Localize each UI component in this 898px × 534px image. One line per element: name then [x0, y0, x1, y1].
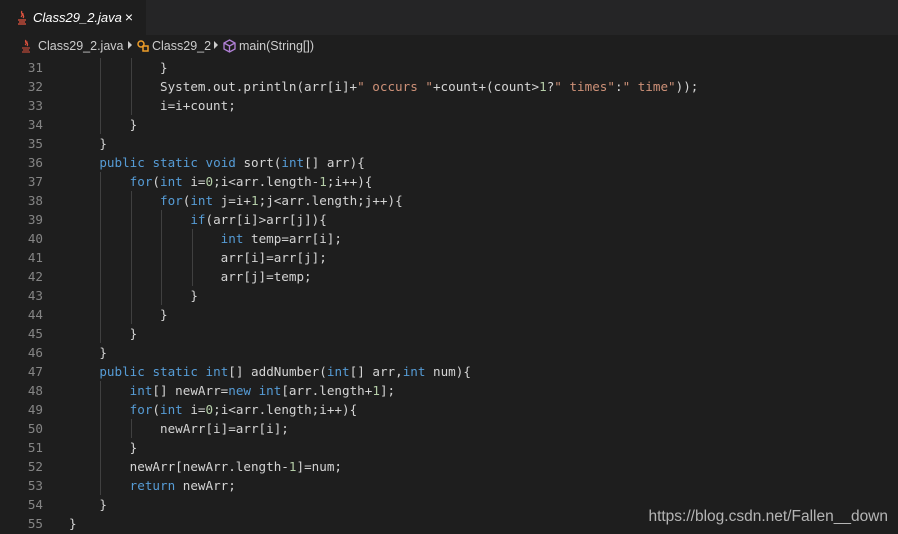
- code-text: }: [69, 497, 107, 512]
- chevron-right-icon: [214, 41, 218, 49]
- tab-bar: Class29_2.java ×: [0, 0, 898, 35]
- code-text: public static int[] addNumber(int[] arr,…: [99, 364, 471, 379]
- code-text: }: [69, 60, 168, 75]
- code-text: i=i+count;: [69, 98, 236, 113]
- code-line[interactable]: 44 }: [0, 305, 898, 324]
- code-text: }: [69, 117, 138, 132]
- code-line[interactable]: 32 System.out.println(arr[i]+" occurs "+…: [0, 77, 898, 96]
- breadcrumb-class[interactable]: Class29_2: [152, 39, 211, 53]
- code-text: arr[i]=arr[j];: [69, 250, 327, 265]
- code-line[interactable]: 40 int temp=arr[i];: [0, 229, 898, 248]
- line-number: 47: [27, 364, 43, 379]
- code-text: int[] newArr=new int[arr.length+1];: [129, 383, 396, 398]
- code-line[interactable]: 37 for(int i=0;i<arr.length-1;i++){: [0, 172, 898, 191]
- line-number: 51: [27, 440, 43, 455]
- line-number: 36: [27, 155, 43, 170]
- code-line[interactable]: 38 for(int j=i+1;j<arr.length;j++){: [0, 191, 898, 210]
- code-text: }: [69, 440, 138, 455]
- code-line[interactable]: 49 for(int i=0;i<arr.length;i++){: [0, 400, 898, 419]
- indent-guide: [130, 58, 132, 115]
- line-number: 53: [27, 478, 43, 493]
- line-number: 41: [27, 250, 43, 265]
- indent-guide: [99, 172, 101, 343]
- line-number: 31: [27, 60, 43, 75]
- code-text: }: [69, 345, 107, 360]
- line-number: 40: [27, 231, 43, 246]
- code-text: newArr[newArr.length-1]=num;: [69, 459, 342, 474]
- code-text: arr[j]=temp;: [69, 269, 312, 284]
- code-text: for(int i=0;i<arr.length-1;i++){: [129, 174, 373, 189]
- line-number: 43: [27, 288, 43, 303]
- watermark: https://blog.csdn.net/Fallen__down: [648, 508, 888, 525]
- code-text: for(int i=0;i<arr.length;i++){: [129, 402, 358, 417]
- code-line[interactable]: 33 i=i+count;: [0, 96, 898, 115]
- line-number: 52: [27, 459, 43, 474]
- line-number: 54: [27, 497, 43, 512]
- code-text: }: [69, 326, 138, 341]
- method-icon: [223, 39, 236, 53]
- line-number: 37: [27, 174, 43, 189]
- code-line[interactable]: 42 arr[j]=temp;: [0, 267, 898, 286]
- line-number: 50: [27, 421, 43, 436]
- code-text: }: [69, 136, 107, 151]
- line-number: 38: [27, 193, 43, 208]
- code-line[interactable]: 36 public static void sort(int[] arr){: [0, 153, 898, 172]
- line-number: 33: [27, 98, 43, 113]
- line-number: 48: [27, 383, 43, 398]
- breadcrumb-file[interactable]: Class29_2.java: [38, 39, 123, 53]
- indent-guide: [161, 210, 163, 305]
- code-text: }: [69, 516, 77, 531]
- code-line[interactable]: 48 int[] newArr=new int[arr.length+1];: [0, 381, 898, 400]
- code-text: return newArr;: [129, 478, 236, 493]
- code-line[interactable]: 39 if(arr[i]>arr[j]){: [0, 210, 898, 229]
- indent-guide: [192, 229, 194, 286]
- code-line[interactable]: 41 arr[i]=arr[j];: [0, 248, 898, 267]
- line-number: 39: [27, 212, 43, 227]
- code-text: if(arr[i]>arr[j]){: [190, 212, 327, 227]
- code-line[interactable]: 47 public static int[] addNumber(int[] a…: [0, 362, 898, 381]
- code-text: System.out.println(arr[i]+" occurs "+cou…: [69, 79, 699, 94]
- line-number: 46: [27, 345, 43, 360]
- line-number: 35: [27, 136, 43, 151]
- code-text: public static void sort(int[] arr){: [99, 155, 365, 170]
- indent-guide: [99, 381, 101, 495]
- code-line[interactable]: 31 }: [0, 58, 898, 77]
- java-file-icon: [22, 39, 30, 53]
- line-number: 34: [27, 117, 43, 132]
- line-number: 55: [27, 516, 43, 531]
- indent-guide: [99, 58, 101, 134]
- code-line[interactable]: 46 }: [0, 343, 898, 362]
- code-text: newArr[i]=arr[i];: [69, 421, 289, 436]
- tab-title: Class29_2.java: [33, 10, 122, 25]
- code-line[interactable]: 52 newArr[newArr.length-1]=num;: [0, 457, 898, 476]
- code-line[interactable]: 35 }: [0, 134, 898, 153]
- code-editor[interactable]: 31 } 32 System.out.println(arr[i]+" occur…: [0, 57, 898, 534]
- code-line[interactable]: 43 }: [0, 286, 898, 305]
- breadcrumb: Class29_2.java Class29_2 main(String[]): [0, 35, 898, 57]
- close-icon[interactable]: ×: [122, 8, 136, 26]
- chevron-right-icon: [128, 41, 132, 49]
- line-number: 49: [27, 402, 43, 417]
- tab-class29-2-java[interactable]: Class29_2.java ×: [0, 0, 146, 35]
- line-number: 32: [27, 79, 43, 94]
- code-text: }: [69, 288, 198, 303]
- code-line[interactable]: 50 newArr[i]=arr[i];: [0, 419, 898, 438]
- line-number: 45: [27, 326, 43, 341]
- java-icon: [18, 10, 26, 25]
- code-line[interactable]: 34 }: [0, 115, 898, 134]
- breadcrumb-method[interactable]: main(String[]): [239, 39, 314, 53]
- indent-guide: [130, 191, 132, 324]
- class-icon: [137, 40, 149, 52]
- code-text: for(int j=i+1;j<arr.length;j++){: [160, 193, 403, 208]
- line-number: 44: [27, 307, 43, 322]
- code-text: }: [69, 307, 168, 322]
- code-text: int temp=arr[i];: [220, 231, 342, 246]
- code-line[interactable]: 51 }: [0, 438, 898, 457]
- code-line[interactable]: 53 return newArr;: [0, 476, 898, 495]
- indent-guide: [130, 419, 132, 438]
- line-number: 42: [27, 269, 43, 284]
- code-line[interactable]: 45 }: [0, 324, 898, 343]
